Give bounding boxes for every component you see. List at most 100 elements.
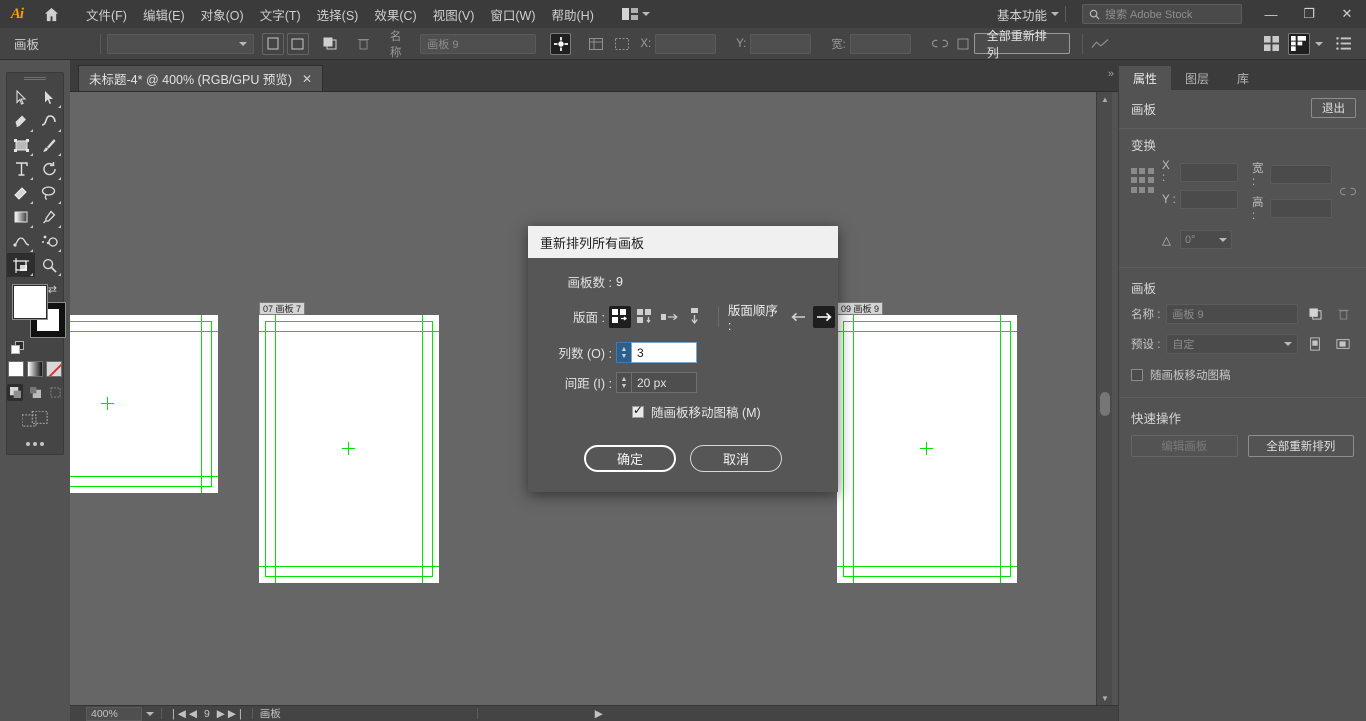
grid-by-row-icon[interactable] [608, 305, 631, 328]
home-icon[interactable] [34, 0, 68, 28]
selection-tool[interactable] [7, 85, 35, 109]
none-swatch-icon[interactable] [46, 361, 62, 377]
swap-fill-stroke-icon[interactable]: ⇄ [48, 283, 57, 296]
menu-effect[interactable]: 效果(C) [366, 1, 424, 28]
status-extra-icon[interactable]: ▶ [595, 708, 603, 720]
artboard-name-input[interactable]: 画板 9 [420, 33, 536, 54]
y-input[interactable] [750, 33, 812, 54]
dialog-move-artwork-checkbox[interactable] [632, 403, 644, 418]
arrange-by-column-icon[interactable] [684, 306, 706, 328]
x-input[interactable] [1180, 162, 1238, 182]
arrange-documents-button[interactable] [616, 5, 656, 23]
cancel-button[interactable]: 取消 [690, 445, 782, 472]
grid-by-column-icon[interactable] [634, 306, 656, 328]
scrollbar-thumb[interactable] [1100, 392, 1110, 416]
draw-normal-icon[interactable] [7, 384, 23, 401]
new-artboard-button[interactable] [319, 33, 340, 55]
zoom-chevron-down-icon[interactable] [146, 711, 154, 716]
gradient-swatch-icon[interactable] [27, 361, 43, 377]
toolbar-drag-handle[interactable] [7, 73, 63, 85]
document-tab[interactable]: 未标题-4* @ 400% (RGB/GPU 预览) ✕ [78, 65, 324, 91]
angle-input[interactable]: 0° [1180, 230, 1232, 249]
width-input[interactable] [1270, 164, 1332, 184]
spacing-spinner-icon[interactable]: ▲ ▼ [616, 372, 631, 393]
left-to-right-icon[interactable] [813, 305, 835, 328]
artboard-09[interactable]: 09 画板 9 [837, 302, 1017, 583]
curvature-tool[interactable] [35, 109, 63, 133]
canvas-vertical-scrollbar[interactable]: ▲ ▼ [1096, 92, 1112, 705]
h-input-icon[interactable] [952, 33, 973, 55]
move-artwork-checkbox[interactable] [1131, 369, 1143, 381]
link-proportions-icon[interactable] [929, 33, 950, 55]
ok-button[interactable]: 确定 [584, 445, 676, 472]
portrait-icon[interactable] [1304, 333, 1326, 355]
artboard-preset-select[interactable] [107, 33, 254, 54]
landscape-orientation-button[interactable] [286, 32, 309, 55]
first-artboard-button[interactable]: ❘◀ [169, 708, 186, 720]
tab-properties[interactable]: 属性 [1119, 66, 1172, 90]
workspace-chevron-down-icon[interactable] [1051, 12, 1059, 16]
menu-edit[interactable]: 编辑(E) [135, 1, 193, 28]
panel-menu-icon[interactable] [1333, 33, 1354, 55]
show-video-safe-areas-button[interactable] [611, 33, 632, 55]
dialog-move-artwork-row[interactable]: 随画板移动图稿 (M) [528, 402, 838, 421]
paintbrush-tool[interactable] [35, 133, 63, 157]
w-input[interactable] [849, 33, 911, 54]
workspace-label[interactable]: 基本功能 [993, 5, 1051, 24]
graph-icon[interactable] [1089, 33, 1110, 55]
scroll-up-icon[interactable]: ▲ [1097, 92, 1113, 106]
show-center-mark-button[interactable] [585, 33, 606, 55]
exit-artboard-button[interactable]: 退出 [1311, 98, 1356, 118]
next-artboard-button[interactable]: ▶ [217, 708, 225, 720]
change-screen-mode-button[interactable] [7, 411, 63, 430]
menu-file[interactable]: 文件(F) [78, 1, 135, 28]
align-panel-icon[interactable] [1288, 32, 1310, 55]
menu-view[interactable]: 视图(V) [425, 1, 483, 28]
scroll-down-icon[interactable]: ▼ [1097, 691, 1113, 705]
previous-artboard-button[interactable]: ◀ [189, 708, 197, 720]
artboard-tool[interactable] [7, 253, 35, 277]
status-tool-label[interactable]: 画板 [260, 706, 470, 721]
edit-toolbar-icon[interactable] [7, 442, 63, 446]
rearrange-all-artboards-button[interactable]: 全部重新排列 [973, 29, 1071, 60]
close-button[interactable]: ✕ [1328, 0, 1366, 28]
link-proportions-icon[interactable] [1339, 186, 1357, 200]
artboard-07[interactable]: 07 画板 7 [259, 302, 439, 583]
maximize-button[interactable]: ❐ [1290, 0, 1328, 28]
landscape-icon[interactable] [1332, 333, 1354, 355]
menu-help[interactable]: 帮助(H) [544, 1, 602, 28]
rotate-tool[interactable] [35, 157, 63, 181]
draw-behind-icon[interactable] [27, 384, 43, 401]
edit-artboards-button[interactable]: 编辑画板 [1131, 435, 1238, 457]
portrait-orientation-button[interactable] [261, 32, 284, 55]
columns-input[interactable]: 3 [631, 342, 697, 363]
close-icon[interactable]: ✕ [302, 72, 312, 86]
menu-select[interactable]: 选择(S) [309, 1, 367, 28]
tab-layers[interactable]: 图层 [1171, 66, 1224, 90]
last-artboard-button[interactable]: ▶❘ [228, 708, 245, 720]
artboard-left[interactable] [70, 315, 218, 493]
eyedropper-tool[interactable] [35, 205, 63, 229]
rearrange-artboards-dialog[interactable]: 重新排列所有画板 画板数 : 9 版面 : 版面顺序: 列数 (O): ▲ … [528, 226, 838, 492]
spacing-input[interactable]: 20 px [631, 372, 697, 393]
artboard-preset-select[interactable]: 自定 [1166, 334, 1298, 354]
spacing-stepper[interactable]: ▲ ▼ 20 px [616, 372, 697, 393]
arrange-by-row-icon[interactable] [659, 306, 681, 328]
columns-stepper[interactable]: ▲ ▼ 3 [616, 342, 697, 363]
direct-selection-tool[interactable] [35, 85, 63, 109]
type-tool[interactable] [7, 157, 35, 181]
y-input[interactable] [1180, 190, 1238, 209]
rearrange-all-button[interactable]: 全部重新排列 [1247, 435, 1354, 457]
right-to-left-icon[interactable] [788, 306, 810, 328]
color-swatch-icon[interactable] [8, 361, 24, 377]
height-input[interactable] [1270, 198, 1332, 218]
blend-tool[interactable] [7, 229, 35, 253]
delete-artboard-button[interactable] [352, 33, 373, 55]
x-input[interactable] [655, 33, 717, 54]
menu-object[interactable]: 对象(O) [193, 1, 252, 28]
stock-search-input[interactable]: 搜索 Adobe Stock [1082, 4, 1242, 24]
eraser-tool[interactable] [7, 181, 35, 205]
artboard-options-icon[interactable] [1304, 303, 1326, 325]
pen-tool[interactable] [7, 109, 35, 133]
minimize-button[interactable]: — [1252, 0, 1290, 28]
